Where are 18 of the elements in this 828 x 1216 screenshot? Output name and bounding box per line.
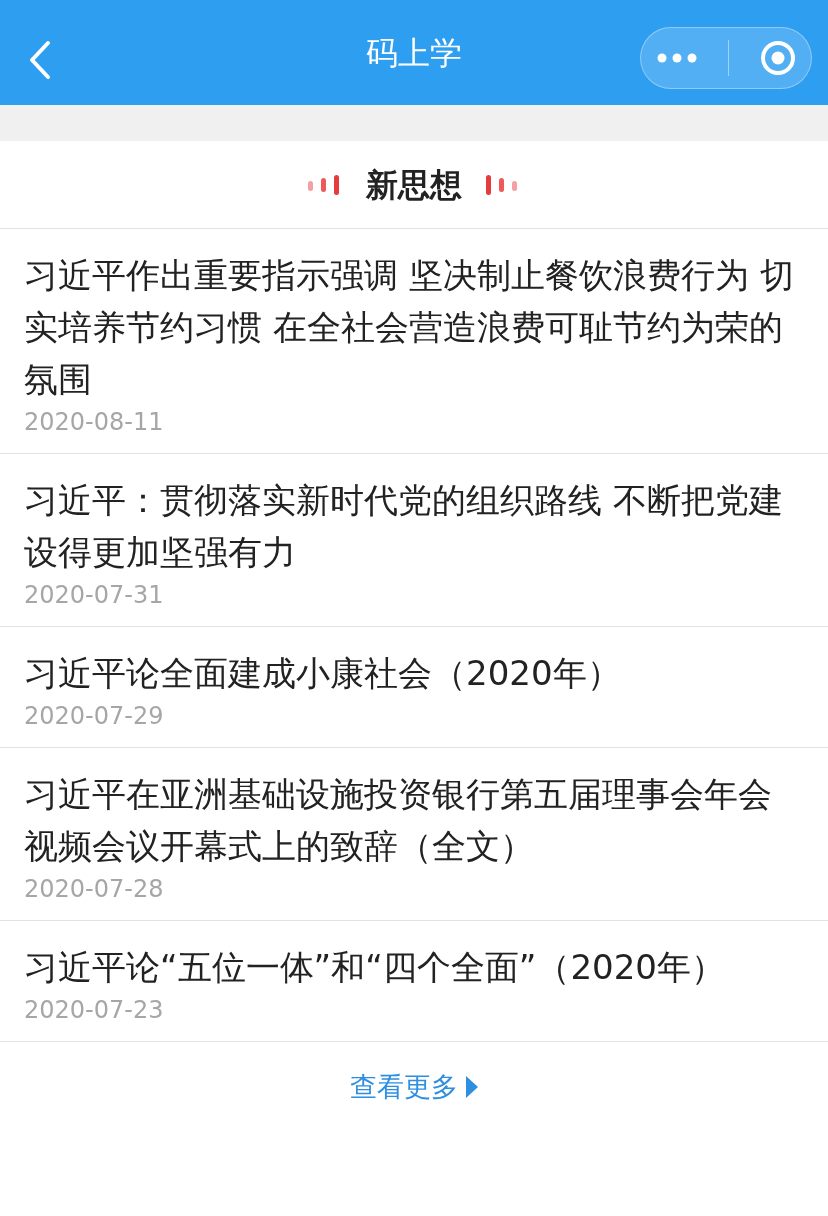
close-icon[interactable] — [759, 40, 796, 76]
article-title[interactable]: 习近平：贯彻落实新时代党的组织路线 不断把党建设得更加坚强有力 — [24, 474, 804, 578]
article-title[interactable]: 习近平在亚洲基础设施投资银行第五届理事会年会视频会议开幕式上的致辞（全文） — [24, 768, 804, 872]
article-date: 2020-07-31 — [24, 580, 165, 610]
article-title[interactable]: 习近平作出重要指示强调 坚决制止餐饮浪费行为 切实培养节约习惯 在全社会营造浪费可耻节约为荣的氛围 — [24, 249, 804, 405]
article-date: 2020-08-11 — [24, 407, 165, 437]
section-title: 新思想 — [366, 164, 462, 206]
bars-icon — [308, 174, 342, 195]
article-date: 2020-07-29 — [24, 701, 165, 731]
article-date: 2020-07-28 — [24, 874, 165, 904]
article-title[interactable]: 习近平论“五位一体”和“四个全面”（2020年） — [24, 941, 804, 993]
more-icon[interactable] — [656, 53, 697, 63]
article-date: 2020-07-23 — [24, 995, 165, 1025]
article-title[interactable]: 习近平论全面建成小康社会（2020年） — [24, 647, 804, 699]
bars-icon — [486, 174, 520, 195]
back-icon[interactable] — [28, 40, 52, 80]
page-title: 码上学 — [366, 32, 462, 74]
triangle-icon — [466, 1076, 478, 1098]
